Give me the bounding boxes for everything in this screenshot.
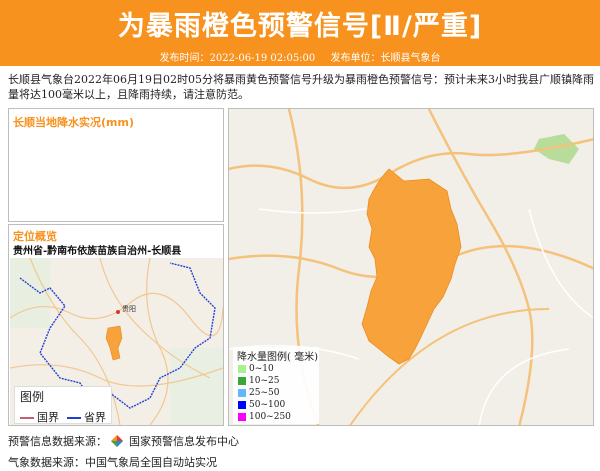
warning-description: 长顺县气象台2022年06月19日02时05分将暴雨黄色预警信号升级为暴雨橙色预…	[8, 73, 594, 101]
swatch-icon	[238, 364, 246, 373]
location-region: 贵州省-黔南布依族苗族自治州-长顺县	[13, 246, 182, 257]
rainfall-panel: 长顺当地降水实况(mm)	[8, 108, 224, 222]
rainfall-legend: 降水量图例( 毫米) 0~10 10~25 25~50 50~100 100~2…	[233, 347, 319, 424]
swatch-icon	[238, 400, 246, 409]
rainfall-legend-item: 100~250	[238, 412, 291, 422]
rainfall-legend-title: 降水量图例( 毫米)	[237, 352, 318, 363]
rainfall-legend-item: 25~50	[238, 388, 279, 398]
swatch-icon	[238, 388, 246, 397]
swatch-icon	[238, 412, 246, 421]
warning-banner: 为暴雨橙色预警信号[Ⅱ/严重] 发布时间：2022-06-19 02:05:00…	[0, 0, 600, 66]
location-panel: 定位概览 贵州省-黔南布依族苗族自治州-长顺县 贵阳 图例 国界 省界	[8, 224, 224, 426]
legend-item-province-border: 省界	[67, 409, 106, 425]
overview-city-label: 贵阳	[122, 304, 136, 313]
warning-center-logo-icon	[110, 435, 123, 447]
swatch-icon	[238, 376, 246, 385]
overview-legend-title: 图例	[20, 390, 45, 404]
publish-unit: 发布单位：长顺县气象台	[330, 53, 441, 64]
legend-item-national-border: 国界	[20, 409, 59, 425]
warning-source-label: 预警信息数据来源：	[8, 435, 107, 448]
rainfall-panel-title: 长顺当地降水实况(mm)	[13, 116, 134, 129]
publish-info: 发布时间：2022-06-19 02:05:00 发布单位：长顺县气象台	[0, 49, 600, 64]
province-border-line-icon	[67, 417, 81, 419]
rainfall-legend-item: 10~25	[238, 376, 279, 386]
rainfall-legend-item: 50~100	[238, 400, 285, 410]
overview-legend: 图例 国界 省界	[14, 386, 112, 424]
warning-source-name[interactable]: 国家预警信息发布中心	[129, 435, 239, 448]
overview-map[interactable]: 贵阳 图例 国界 省界	[10, 258, 223, 425]
rainfall-legend-item: 0~10	[238, 364, 274, 374]
national-border-line-icon	[20, 417, 34, 419]
main-map[interactable]: 降水量图例( 毫米) 0~10 10~25 25~50 50~100 100~2…	[228, 108, 594, 426]
publish-time: 发布时间：2022-06-19 02:05:00	[159, 53, 316, 64]
warning-source-line: 预警信息数据来源： 国家预警信息发布中心	[8, 433, 239, 449]
weather-source-line: 气象数据来源：中国气象局全国自动站实况	[8, 456, 217, 469]
warning-title: 为暴雨橙色预警信号[Ⅱ/严重]	[117, 11, 483, 42]
